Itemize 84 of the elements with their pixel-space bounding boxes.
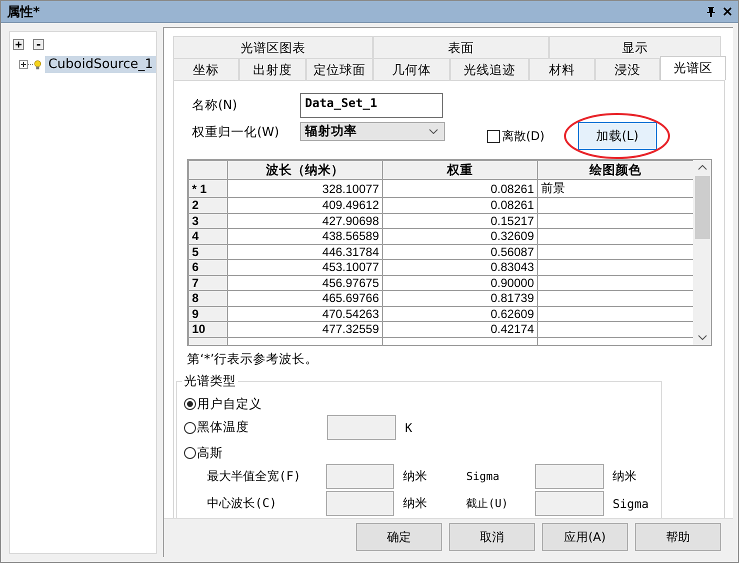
vertical-scrollbar[interactable] [693, 160, 711, 345]
row-header[interactable]: 3 [188, 213, 228, 228]
dialog-button[interactable]: 取消 [449, 523, 535, 551]
input-field[interactable] [535, 491, 604, 516]
dialog-button[interactable]: 帮助 [635, 523, 721, 551]
row-header[interactable]: 9 [188, 306, 228, 322]
row-header[interactable]: 5 [188, 244, 228, 260]
input-field[interactable] [327, 415, 396, 440]
table-cell: 438.56589 [228, 228, 382, 244]
input-field[interactable] [326, 491, 394, 516]
table-cell: 0.42174 [382, 322, 538, 337]
tab[interactable]: 光线追迹 [450, 58, 529, 80]
input-field[interactable] [535, 464, 604, 489]
unit-label: K [404, 420, 414, 434]
table-cell: 477.32559 [228, 322, 382, 337]
tab[interactable]: 定位球面 [306, 58, 373, 80]
table-cell: 456.97675 [228, 275, 382, 290]
column-header: 权重 [382, 160, 538, 180]
tree-item[interactable]: CuboidSource_1 [45, 56, 156, 73]
tab[interactable]: 显示 [549, 36, 721, 58]
dialog-button[interactable]: 确定 [356, 523, 442, 551]
input-field[interactable] [326, 464, 394, 489]
note-text: 第‘*’行表示参考波长。 [186, 350, 320, 368]
table-cell: 0.08261 [382, 198, 538, 213]
expand-toggle[interactable] [19, 60, 28, 69]
row-header[interactable]: 2 [188, 198, 228, 213]
row-header[interactable]: 6 [188, 260, 228, 275]
tab[interactable]: 浸没 [595, 58, 660, 80]
radio-option[interactable]: 用户自定义 [184, 395, 262, 413]
expand-all-button[interactable]: + [13, 39, 24, 50]
field-label: 最大半值全宽(F) [206, 468, 302, 485]
table-cell: 0.56087 [382, 244, 538, 260]
table-cell: 409.49612 [228, 198, 382, 213]
table-cell: 0.81739 [382, 290, 538, 306]
tab[interactable]: 光谱区 [660, 56, 726, 80]
column-header: 绘图颜色 [538, 160, 693, 180]
unit-label: Sigma [612, 496, 650, 510]
row-header[interactable]: * 1 [188, 180, 228, 198]
table-cell: 446.31784 [228, 244, 382, 260]
row-header[interactable]: 4 [188, 228, 228, 244]
tab[interactable]: 光谱区图表 [173, 36, 373, 58]
table-cell: 0.90000 [382, 275, 538, 290]
scroll-down-icon[interactable] [698, 335, 706, 341]
tab[interactable]: 材料 [529, 58, 595, 80]
field-label: 截止(U) [465, 496, 510, 511]
field-label: 权重归一化(W) [191, 124, 280, 141]
window-title: 属性* [7, 4, 41, 20]
row-header[interactable]: 7 [188, 275, 228, 290]
tab[interactable]: 几何体 [373, 58, 450, 80]
weight-normalization-dropdown[interactable]: 辐射功率 [300, 122, 445, 141]
tab[interactable]: 出射度 [239, 58, 306, 80]
table-cell: 470.54263 [228, 306, 382, 322]
tab[interactable]: 表面 [373, 36, 549, 58]
table-cell: 0.08261 [382, 180, 538, 198]
field-label: 名称(N) [191, 97, 238, 114]
pin-icon[interactable] [707, 6, 715, 16]
table-cell: 0.62609 [382, 306, 538, 322]
close-icon[interactable] [723, 7, 732, 16]
field-label: 中心波长(C) [206, 495, 278, 512]
table-cell: 0.15217 [382, 213, 538, 228]
row-header[interactable]: 10 [188, 322, 228, 337]
row-header[interactable]: 8 [188, 290, 228, 306]
load-button[interactable]: 加载(L) [578, 122, 657, 150]
collapse-all-button[interactable]: - [33, 39, 44, 50]
table-cell: 0.32609 [382, 228, 538, 244]
table-cell: 0.83043 [382, 260, 538, 275]
radio-option[interactable]: 黑体温度 [184, 418, 327, 436]
dialog-button[interactable]: 应用(A) [542, 523, 628, 551]
table-cell: 453.10077 [228, 260, 382, 275]
group-title: 光谱类型 [182, 373, 238, 390]
unit-label: 纳米 [402, 468, 428, 485]
unit-label: 纳米 [612, 468, 638, 485]
scroll-up-icon[interactable] [698, 164, 706, 170]
unit-label: 纳米 [402, 495, 428, 512]
field-label: Sigma [465, 470, 500, 483]
radio-option[interactable]: 高斯 [184, 444, 223, 462]
column-header: 波长（纳米） [228, 160, 382, 180]
table-cell: 427.90698 [228, 213, 382, 228]
table-cell: 328.10077 [228, 180, 382, 198]
discrete-checkbox[interactable]: 离散(D) [487, 128, 545, 145]
table-cell: 465.69766 [228, 290, 382, 306]
tab[interactable]: 坐标 [173, 58, 239, 80]
name-field[interactable]: Data_Set_1 [300, 93, 443, 118]
chevron-down-icon [429, 129, 438, 134]
